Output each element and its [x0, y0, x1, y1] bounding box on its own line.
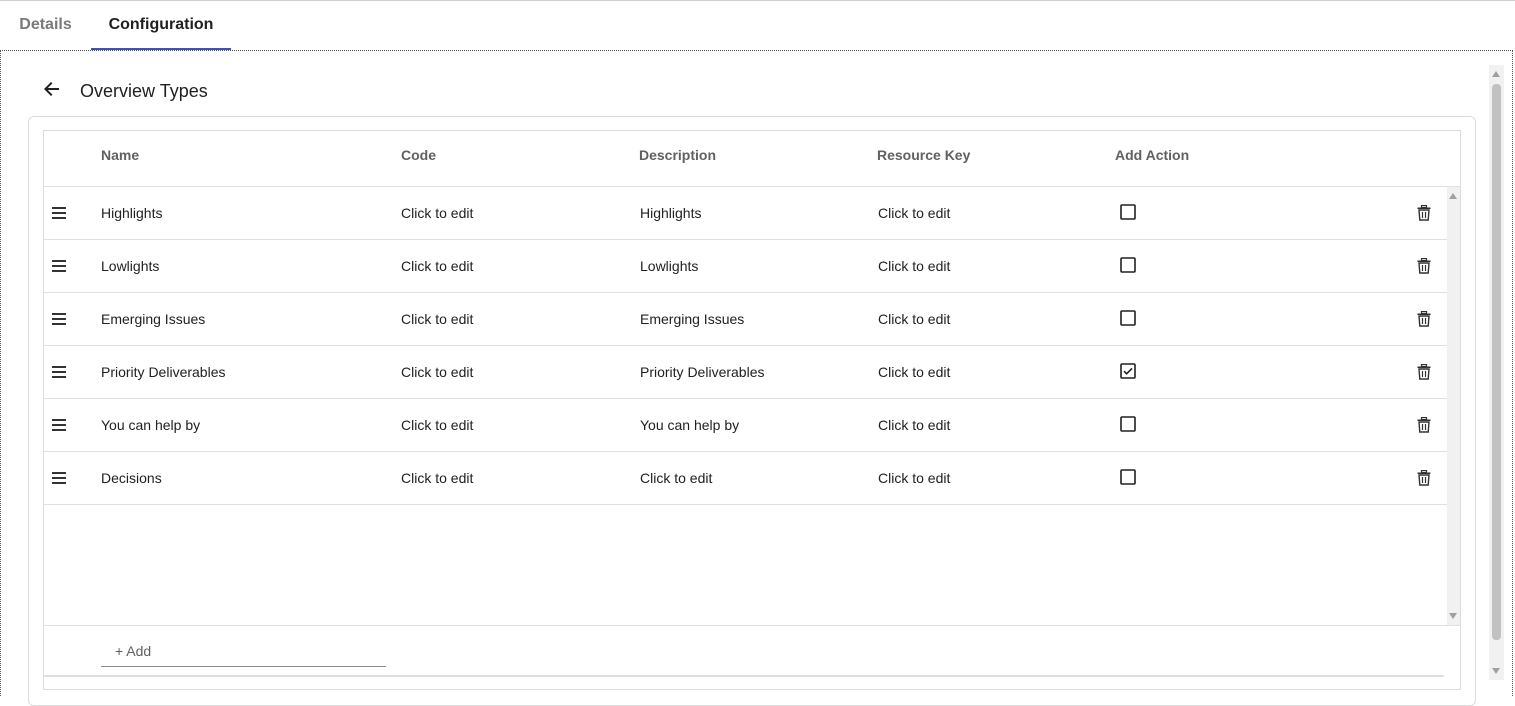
trash-icon[interactable] — [1417, 258, 1431, 274]
column-header-description[interactable]: Description — [639, 146, 716, 164]
cell-name[interactable]: Lowlights — [101, 257, 159, 275]
checkbox-unchecked[interactable] — [1120, 310, 1136, 326]
arrow-left-icon[interactable] — [40, 77, 64, 101]
bottom-strip — [44, 675, 1444, 677]
cell-description[interactable]: Click to edit — [640, 469, 712, 487]
drag-handle-icon[interactable] — [52, 260, 66, 272]
trash-icon[interactable] — [1417, 470, 1431, 486]
page-scroll-up-arrow[interactable] — [1492, 71, 1500, 77]
cell-description[interactable]: Emerging Issues — [640, 310, 744, 328]
trash-icon[interactable] — [1417, 205, 1431, 221]
cell-description[interactable]: You can help by — [640, 416, 739, 434]
cell-resource-key[interactable]: Click to edit — [878, 363, 950, 381]
checkbox-unchecked[interactable] — [1120, 204, 1136, 220]
cell-resource-key[interactable]: Click to edit — [878, 416, 950, 434]
cell-name[interactable]: Highlights — [101, 204, 162, 222]
cell-code[interactable]: Click to edit — [401, 310, 473, 328]
add-row-button[interactable]: + Add — [115, 642, 151, 660]
checkbox-unchecked[interactable] — [1120, 257, 1136, 273]
trash-icon[interactable] — [1417, 364, 1431, 380]
cell-resource-key[interactable]: Click to edit — [878, 310, 950, 328]
cell-code[interactable]: Click to edit — [401, 204, 473, 222]
tab-details[interactable]: Details — [0, 1, 91, 49]
cell-name[interactable]: Priority Deliverables — [101, 363, 225, 381]
footer-divider — [44, 625, 1460, 626]
checkbox-unchecked[interactable] — [1120, 416, 1136, 432]
tab-configuration[interactable]: Configuration — [91, 1, 231, 49]
page-scroll-thumb[interactable] — [1492, 84, 1501, 640]
cell-description[interactable]: Lowlights — [640, 257, 698, 275]
cell-description[interactable]: Highlights — [640, 204, 701, 222]
cell-description[interactable]: Priority Deliverables — [640, 363, 764, 381]
cell-name[interactable]: Emerging Issues — [101, 310, 205, 328]
column-header-name[interactable]: Name — [101, 146, 139, 164]
scroll-down-arrow[interactable] — [1449, 613, 1457, 619]
checkbox-checked[interactable] — [1120, 363, 1136, 379]
cell-code[interactable]: Click to edit — [401, 416, 473, 434]
cell-name[interactable]: Decisions — [101, 469, 162, 487]
cell-name[interactable]: You can help by — [101, 416, 200, 434]
table-row[interactable] — [44, 399, 1447, 452]
cell-resource-key[interactable]: Click to edit — [878, 257, 950, 275]
trash-icon[interactable] — [1417, 311, 1431, 327]
tab-bar: Details Configuration — [0, 1, 1515, 51]
table-row[interactable] — [44, 187, 1447, 240]
add-row-underline — [101, 666, 386, 667]
scroll-up-arrow[interactable] — [1449, 193, 1457, 199]
drag-handle-icon[interactable] — [52, 366, 66, 378]
grid-scrollbar[interactable] — [1447, 187, 1460, 625]
cell-code[interactable]: Click to edit — [401, 363, 473, 381]
table-row[interactable] — [44, 452, 1447, 505]
checkbox-unchecked[interactable] — [1120, 469, 1136, 485]
column-header-resource-key[interactable]: Resource Key — [877, 146, 970, 164]
column-header-code[interactable]: Code — [401, 146, 436, 164]
page-scroll-down-arrow[interactable] — [1492, 668, 1500, 674]
cell-resource-key[interactable]: Click to edit — [878, 204, 950, 222]
cell-code[interactable]: Click to edit — [401, 469, 473, 487]
column-header-add-action[interactable]: Add Action — [1115, 146, 1189, 164]
drag-handle-icon[interactable] — [52, 207, 66, 219]
drag-handle-icon[interactable] — [52, 472, 66, 484]
drag-handle-icon[interactable] — [52, 419, 66, 431]
trash-icon[interactable] — [1417, 417, 1431, 433]
cell-code[interactable]: Click to edit — [401, 257, 473, 275]
cell-resource-key[interactable]: Click to edit — [878, 469, 950, 487]
page-title: Overview Types — [80, 81, 208, 101]
table-row[interactable] — [44, 293, 1447, 346]
table-row[interactable] — [44, 240, 1447, 293]
drag-handle-icon[interactable] — [52, 313, 66, 325]
